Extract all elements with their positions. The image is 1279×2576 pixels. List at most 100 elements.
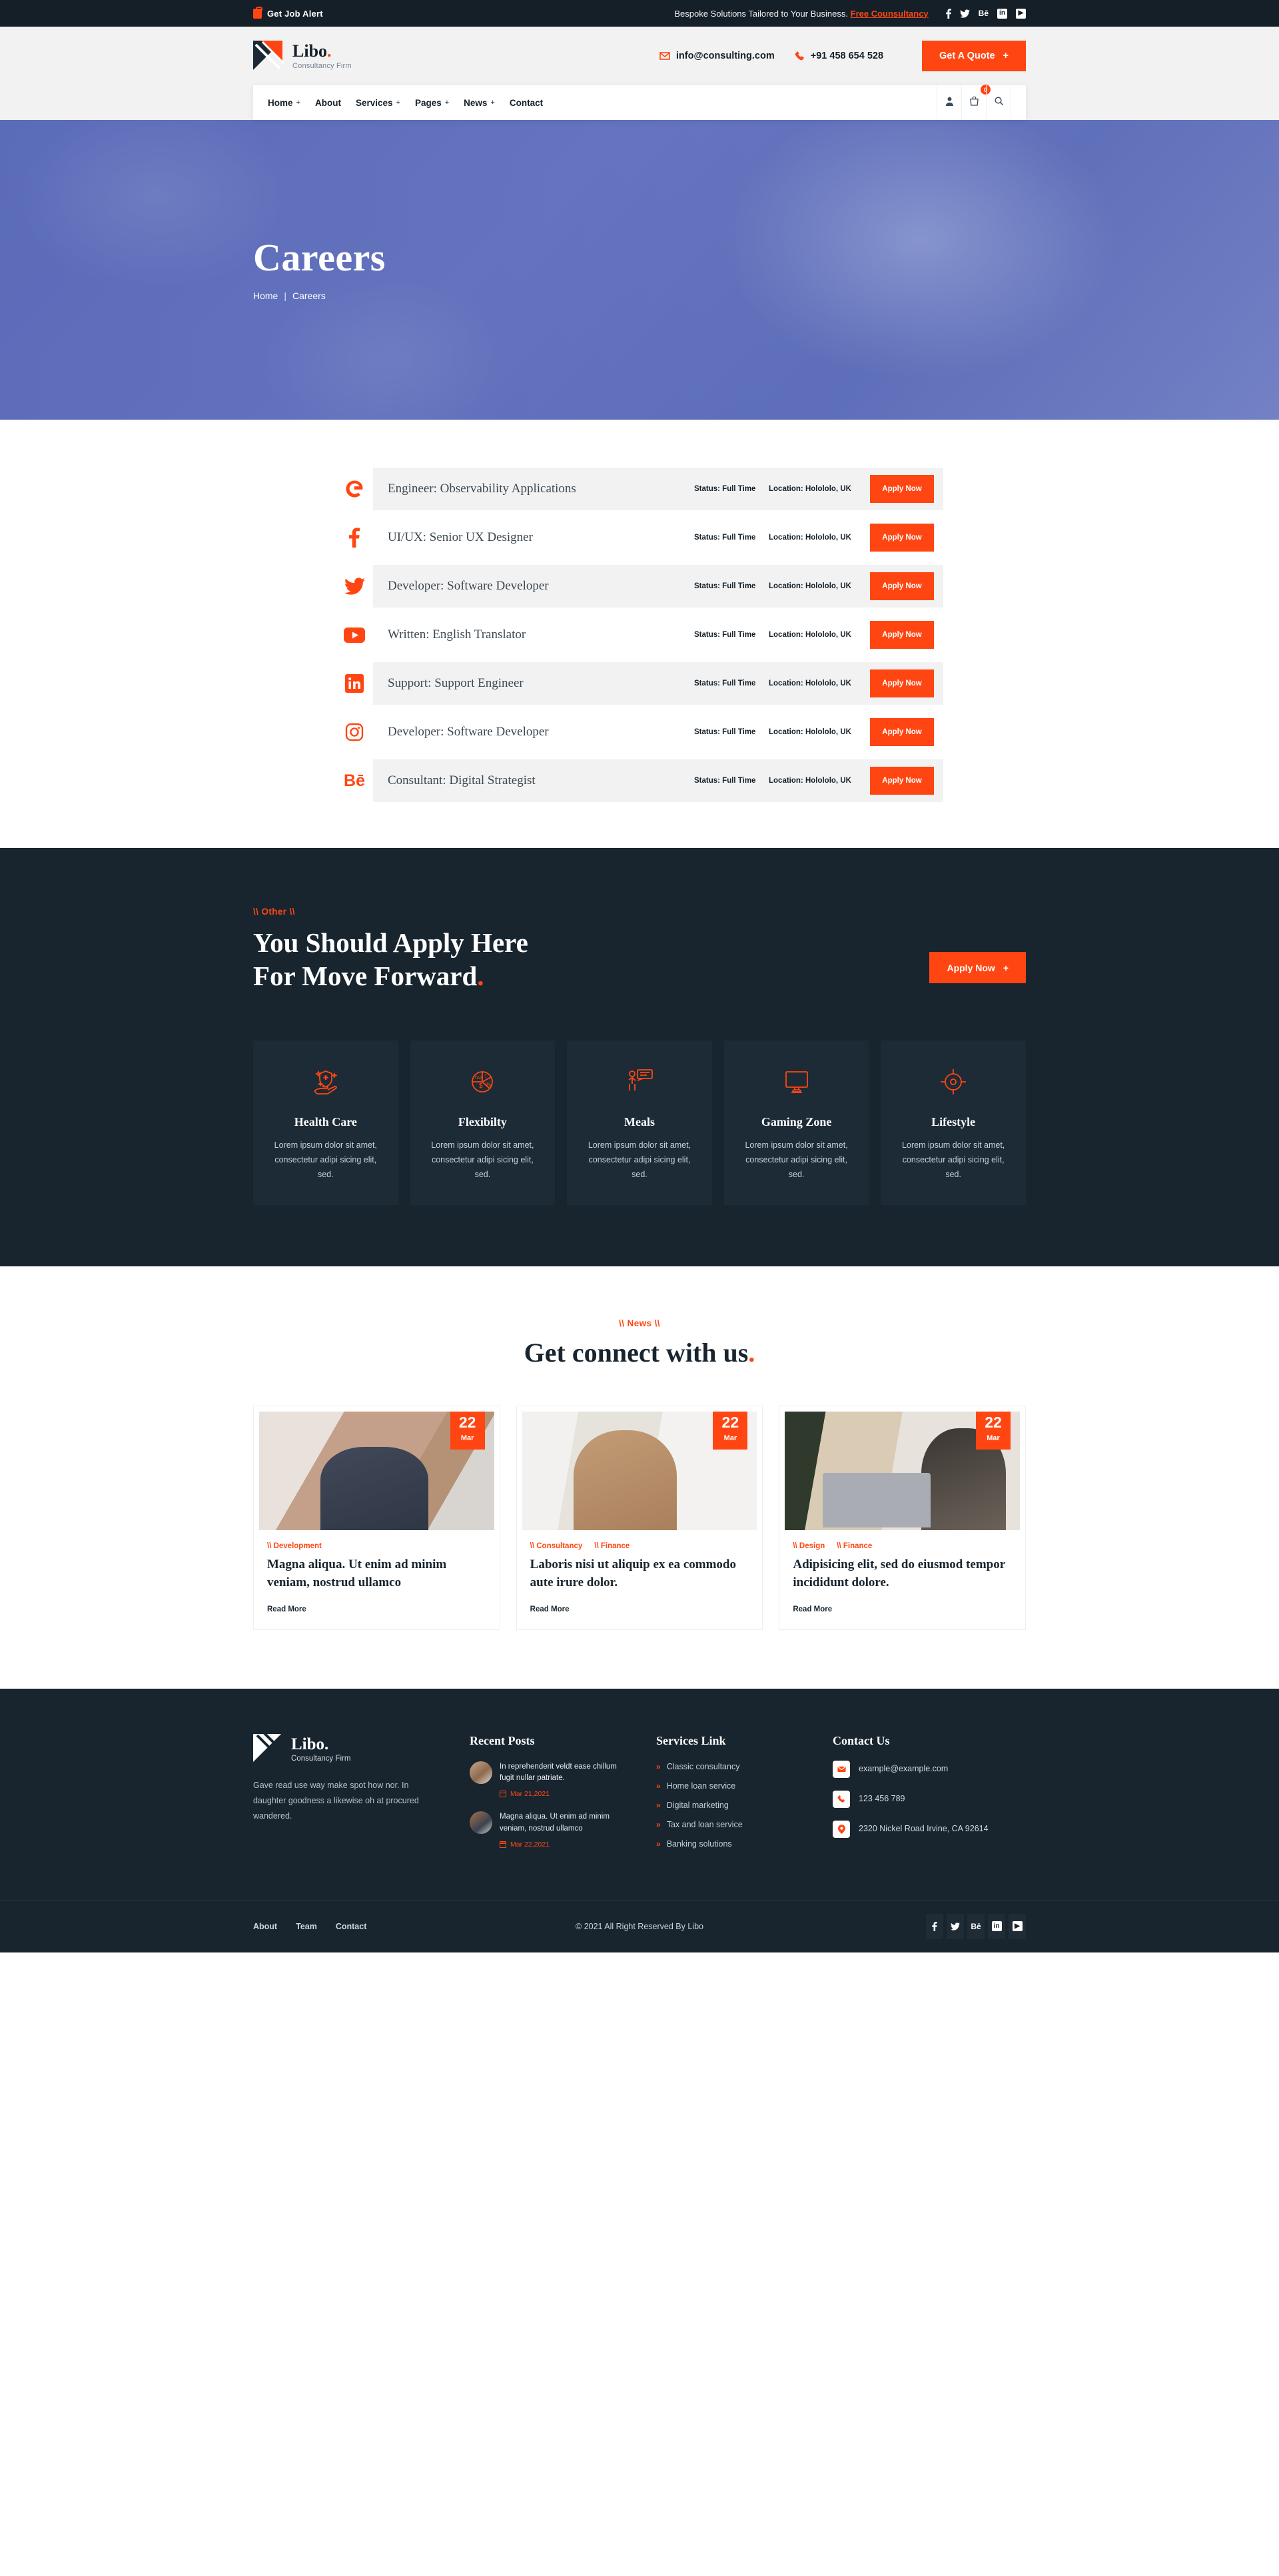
footer-contact-item[interactable]: 2320 Nickel Road Irvine, CA 92614 [833, 1820, 1006, 1838]
heading-dot: . [477, 961, 484, 992]
footer-service-item[interactable]: » Tax and loan service [656, 1820, 806, 1829]
svg-text:$: $ [479, 1082, 483, 1090]
apply-now-button[interactable]: Apply Now + [929, 952, 1026, 984]
news-tag[interactable]: \\ Finance [594, 1542, 630, 1550]
job-status: Status: Full Time [694, 777, 756, 785]
apply-now-button[interactable]: Apply Now [870, 621, 934, 649]
site-logo[interactable]: Libo. Consultancy Firm [253, 41, 352, 71]
brand-name: Libo [292, 41, 328, 61]
news-card[interactable]: 22 Mar \\ Consultancy \\ Finance Laboris nis… [516, 1405, 763, 1630]
nav-item-pages[interactable]: Pages + [415, 98, 449, 108]
footer-contact-item[interactable]: example@example.com [833, 1760, 1006, 1778]
footer-logo[interactable]: Libo. Consultancy Firm [253, 1733, 443, 1765]
double-chevron-icon: » [656, 1819, 661, 1829]
youtube-icon[interactable]: ▶ [1009, 1913, 1026, 1939]
benefit-text: Lorem ipsum dolor sit amet, consectetur … [745, 1140, 848, 1179]
twitter-icon[interactable] [959, 9, 970, 18]
news-section-heading: Get connect with us. [524, 1337, 755, 1368]
footer-service-link[interactable]: Classic consultancy [667, 1762, 740, 1771]
benefit-card[interactable]: Health Care Lorem ipsum dolor sit amet, c… [253, 1041, 398, 1205]
read-more-link[interactable]: Read More [530, 1605, 570, 1613]
account-button[interactable] [937, 85, 962, 120]
news-card-image: 22 Mar [522, 1411, 757, 1530]
post-title: In reprehenderit veldt ease chillum fugi… [500, 1762, 617, 1783]
post-title: Magna aliqua. Ut enim ad minim veniam, n… [500, 1813, 610, 1833]
benefit-card[interactable]: Lifestyle Lorem ipsum dolor sit amet, con… [881, 1041, 1026, 1205]
free-consultancy-link[interactable]: Free Counsultancy [851, 9, 929, 19]
nav-item-news[interactable]: News + [464, 98, 495, 108]
news-tags: \\ Consultancy \\ Finance [530, 1542, 749, 1550]
footer-service-link[interactable]: Banking solutions [667, 1839, 732, 1849]
date-day: 22 [458, 1413, 476, 1431]
benefit-card[interactable]: TAX $%! Flexibilty Lorem ipsum dolor sit am… [410, 1041, 556, 1205]
apply-now-button[interactable]: Apply Now [870, 669, 934, 697]
twitter-icon[interactable] [947, 1913, 964, 1939]
nav-item-contact[interactable]: Contact [510, 98, 543, 108]
footer-bottom-link[interactable]: About [253, 1922, 277, 1931]
svg-text:!: ! [485, 1073, 486, 1079]
apply-now-button[interactable]: Apply Now [870, 524, 934, 552]
apply-now-button[interactable]: Apply Now [870, 767, 934, 795]
footer-bottom-link[interactable]: Contact [336, 1922, 367, 1931]
job-location: Location: Holololo, UK [769, 582, 851, 590]
behance-icon[interactable]: Bē [979, 9, 989, 17]
date-day: 22 [721, 1413, 739, 1431]
footer-service-link[interactable]: Tax and loan service [667, 1820, 743, 1829]
linkedin-icon[interactable]: in [997, 8, 1007, 19]
news-tag[interactable]: \\ Finance [837, 1542, 872, 1550]
footer-service-link[interactable]: Digital marketing [667, 1801, 729, 1810]
job-alert-link[interactable]: Get Job Alert [253, 6, 323, 19]
apply-now-button[interactable]: Apply Now [870, 572, 934, 600]
header-email-text: info@consulting.com [675, 51, 775, 61]
benefit-card[interactable]: Meals Lorem ipsum dolor sit amet, consect… [567, 1041, 712, 1205]
main-navbar: Home + About Services + Pages + News + Conta… [253, 85, 1026, 120]
footer-bottom-bar: About Team Contact © 2021 All Right Reserv… [0, 1899, 1279, 1952]
job-title: Support: Support Engineer [388, 676, 524, 690]
get-a-quote-button[interactable]: Get A Quote + [922, 41, 1026, 71]
facebook-icon[interactable] [945, 8, 951, 19]
job-status: Status: Full Time [694, 679, 756, 687]
job-title: Engineer: Observability Applications [388, 482, 576, 496]
breadcrumb-home[interactable]: Home [253, 290, 278, 301]
logo-mark-icon [253, 41, 285, 71]
youtube-icon[interactable]: ▶ [1016, 8, 1026, 19]
news-tag[interactable]: \\ Design [793, 1542, 825, 1550]
footer-contact-value: 123 456 789 [859, 1793, 905, 1803]
cart-button[interactable]: 0 [961, 85, 991, 120]
header-phone[interactable]: +91 458 654 528 [795, 51, 883, 61]
benefit-card[interactable]: Gaming Zone Lorem ipsum dolor sit amet, c… [723, 1041, 869, 1205]
footer-recent-posts-column: Recent Posts In reprehenderit veldt ease… [470, 1734, 630, 1859]
job-status: Status: Full Time [694, 534, 756, 542]
facebook-icon[interactable] [926, 1913, 943, 1939]
nav-item-home[interactable]: Home + [268, 98, 300, 108]
quote-label: Get A Quote [939, 51, 995, 61]
footer-post-item[interactable]: In reprehenderit veldt ease chillum fugi… [470, 1761, 630, 1798]
news-card[interactable]: 22 Mar \\ Design \\ Finance Adipisicing elit… [779, 1405, 1027, 1630]
footer-bottom-link[interactable]: Team [296, 1922, 317, 1931]
search-button[interactable] [986, 85, 1011, 120]
cart-icon [969, 96, 979, 109]
footer-bottom-links: About Team Contact [253, 1922, 366, 1931]
news-tag[interactable]: \\ Consultancy [530, 1542, 583, 1550]
footer-service-item[interactable]: » Banking solutions [656, 1839, 806, 1849]
read-more-link[interactable]: Read More [267, 1605, 306, 1613]
footer-contact-item[interactable]: 123 456 789 [833, 1790, 1006, 1808]
apply-now-button[interactable]: Apply Now [870, 475, 934, 503]
nav-item-about[interactable]: About [315, 98, 341, 108]
news-section: \\ News \\ Get connect with us. 22 Mar \\ … [0, 1266, 1279, 1689]
footer-service-item[interactable]: » Classic consultancy [656, 1762, 806, 1771]
news-tag[interactable]: \\ Development [267, 1542, 322, 1550]
footer-service-item[interactable]: » Digital marketing [656, 1801, 806, 1810]
footer-service-link[interactable]: Home loan service [667, 1781, 736, 1791]
header-email[interactable]: info@consulting.com [659, 51, 775, 61]
behance-icon[interactable]: Bē [967, 1913, 985, 1939]
footer-service-item[interactable]: » Home loan service [656, 1781, 806, 1791]
read-more-link[interactable]: Read More [793, 1605, 832, 1613]
linkedin-icon[interactable]: in [988, 1913, 1005, 1939]
footer-post-item[interactable]: Magna aliqua. Ut enim ad minim veniam, n… [470, 1811, 630, 1849]
nav-item-services[interactable]: Services + [356, 98, 400, 108]
job-location: Location: Holololo, UK [769, 728, 851, 736]
apply-now-button[interactable]: Apply Now [870, 718, 934, 746]
benefit-title: Flexibilty [458, 1115, 507, 1129]
news-card[interactable]: 22 Mar \\ Development Magna aliqua. Ut enim… [253, 1405, 500, 1630]
